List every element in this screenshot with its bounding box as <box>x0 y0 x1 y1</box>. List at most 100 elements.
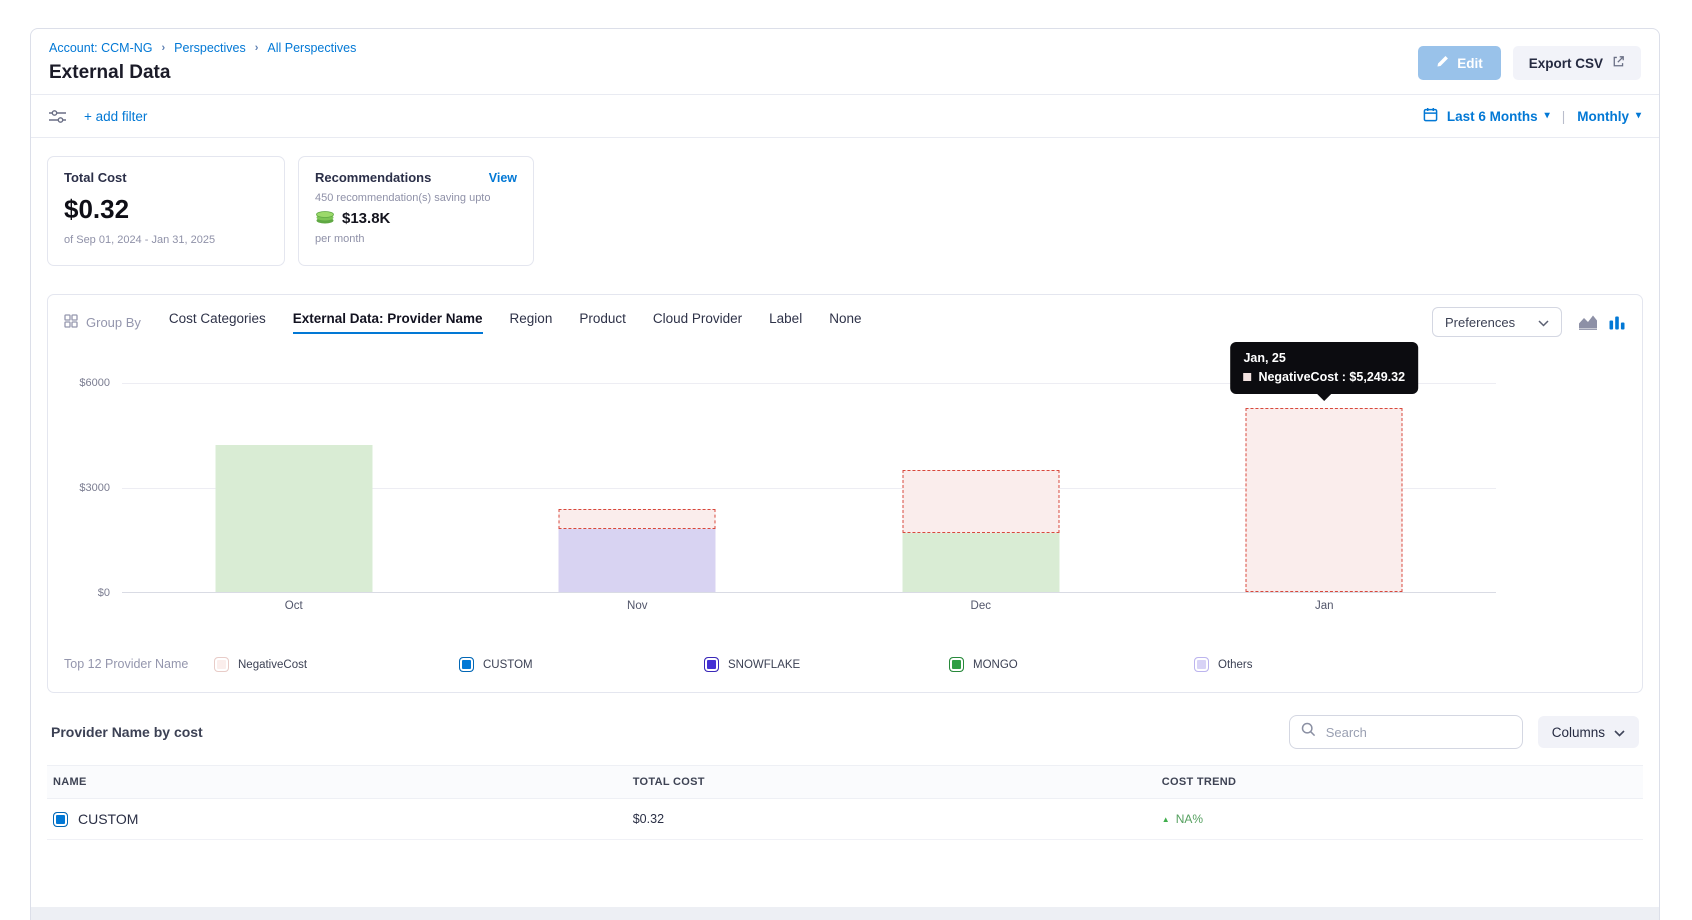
row-total-cost: $0.32 <box>633 812 1162 826</box>
external-link-icon <box>1612 55 1625 71</box>
add-filter-button[interactable]: + add filter <box>84 109 147 124</box>
x-axis-tick: Dec <box>809 600 1153 612</box>
bar-segment-negativecost[interactable] <box>1246 408 1403 592</box>
filter-bar: + add filter Last 6 Months ▾ | Monthly ▾ <box>31 94 1659 138</box>
trend-up-icon: ▲ <box>1162 815 1170 824</box>
area-chart-icon[interactable] <box>1578 314 1598 330</box>
row-cost-trend: NA% <box>1176 812 1203 826</box>
group-by-tab[interactable]: None <box>829 311 861 334</box>
chart-controls: Preferences <box>1432 307 1626 337</box>
total-cost-title: Total Cost <box>64 170 268 185</box>
table-body: CUSTOM $0.32▲ NA% <box>47 799 1643 840</box>
chart-column-nov: Nov <box>466 383 810 592</box>
bar-segment-mongo[interactable] <box>215 445 372 592</box>
bar-stack <box>902 470 1059 592</box>
legend-label: MONGO <box>973 659 1018 671</box>
summary-cards: Total Cost $0.32 of Sep 01, 2024 - Jan 3… <box>47 156 1643 266</box>
search-input[interactable] <box>1324 724 1511 741</box>
breadcrumb-link[interactable]: Account: CCM-NG <box>49 41 153 55</box>
content-area: Total Cost $0.32 of Sep 01, 2024 - Jan 3… <box>31 138 1659 840</box>
legend-item-snowflake[interactable]: SNOWFLAKE <box>704 657 949 672</box>
breadcrumb-link[interactable]: All Perspectives <box>267 41 356 55</box>
total-cost-value: $0.32 <box>64 194 268 225</box>
breadcrumb-separator: › <box>162 42 166 54</box>
table-row[interactable]: CUSTOM $0.32▲ NA% <box>47 799 1643 840</box>
col-header-total-cost: TOTAL COST <box>633 776 1162 788</box>
total-cost-card: Total Cost $0.32 of Sep 01, 2024 - Jan 3… <box>47 156 285 266</box>
x-axis-tick: Nov <box>466 600 810 612</box>
header-actions: Edit Export CSV <box>1418 46 1641 80</box>
legend-label: SNOWFLAKE <box>728 659 800 671</box>
total-cost-period: of Sep 01, 2024 - Jan 31, 2025 <box>64 234 268 246</box>
tooltip-series-swatch <box>1243 373 1251 381</box>
legend-label: Others <box>1218 659 1253 671</box>
bar-segment-negativecost[interactable] <box>902 470 1059 533</box>
chevron-down-icon: ▾ <box>1545 111 1550 121</box>
calendar-icon <box>1423 107 1438 125</box>
time-range-dropdown[interactable]: Last 6 Months ▾ <box>1447 109 1550 124</box>
row-name: CUSTOM <box>78 811 138 827</box>
bar-stack <box>1246 408 1403 592</box>
legend-item-custom[interactable]: CUSTOM <box>459 657 704 672</box>
export-csv-button[interactable]: Export CSV <box>1513 46 1641 80</box>
legend-item-negativecost[interactable]: NegativeCost <box>214 657 459 672</box>
divider: | <box>1562 109 1566 124</box>
page-title: External Data <box>49 62 1641 84</box>
y-axis-tick: $6000 <box>79 377 110 389</box>
edit-button[interactable]: Edit <box>1418 46 1501 80</box>
preferences-dropdown[interactable]: Preferences <box>1432 307 1562 337</box>
table-header-row: NAME TOTAL COST COST TREND <box>47 765 1643 799</box>
group-by-tab[interactable]: External Data: Provider Name <box>293 311 483 334</box>
provider-cost-table: NAME TOTAL COST COST TREND CUSTOM $0.32▲ N… <box>47 765 1643 840</box>
granularity-dropdown[interactable]: Monthly ▾ <box>1577 109 1641 124</box>
chart-plot-area: $6000 $3000 $0 OctNovDecJanJan, 25Negati… <box>122 383 1496 593</box>
breadcrumb-link[interactable]: Perspectives <box>174 41 246 55</box>
legend-label: NegativeCost <box>238 659 307 671</box>
bar-segment-negativecost[interactable] <box>559 509 716 529</box>
bar-segment-mongo[interactable] <box>902 533 1059 593</box>
chart-tooltip: Jan, 25 NegativeCost : $5,249.32 <box>1230 342 1418 394</box>
legend-swatch-icon <box>459 657 474 672</box>
filter-sliders-icon[interactable] <box>49 109 66 124</box>
money-stack-icon <box>315 209 335 228</box>
bar-segment-others[interactable] <box>559 529 716 592</box>
table-search <box>1289 715 1523 749</box>
bar-stack <box>215 445 372 592</box>
legend-item-others[interactable]: Others <box>1194 657 1439 672</box>
table-title: Provider Name by cost <box>51 724 203 740</box>
preferences-label: Preferences <box>1445 315 1515 330</box>
chart-columns: OctNovDecJanJan, 25NegativeCost : $5,249… <box>122 383 1496 592</box>
chevron-down-icon <box>1538 315 1549 330</box>
col-header-name: NAME <box>53 776 633 788</box>
bar-chart-icon[interactable] <box>1609 314 1626 330</box>
group-by-tab[interactable]: Region <box>510 311 553 334</box>
group-by-label-wrap: Group By <box>64 314 141 331</box>
breadcrumb-separator: › <box>255 42 259 54</box>
time-range-label: Last 6 Months <box>1447 109 1538 124</box>
group-by-tab[interactable]: Label <box>769 311 802 334</box>
legend-item-mongo[interactable]: MONGO <box>949 657 1194 672</box>
group-by-row: Group By Cost Categories External Data: P… <box>64 307 1626 337</box>
bar-stack <box>559 509 716 592</box>
view-recommendations-link[interactable]: View <box>489 171 517 185</box>
savings-value: $13.8K <box>342 210 390 227</box>
legend-items: NegativeCost CUSTOM SNOWFLAKE MONGO Others <box>214 657 1439 672</box>
page-header: Account: CCM-NG › Perspectives › All Perspec… <box>31 29 1659 94</box>
chart-column-jan: JanJan, 25NegativeCost : $5,249.32 <box>1153 383 1497 592</box>
tooltip-title: Jan, 25 <box>1243 351 1405 365</box>
tooltip-text: NegativeCost : $5,249.32 <box>1258 370 1405 384</box>
grid-icon <box>64 314 78 331</box>
savings-suffix: per month <box>315 233 517 245</box>
cost-table-section: Provider Name by cost Columns NAME <box>47 715 1643 840</box>
legend-swatch-icon <box>1194 657 1209 672</box>
group-by-tab[interactable]: Cloud Provider <box>653 311 742 334</box>
x-axis-tick: Jan <box>1153 600 1497 612</box>
columns-dropdown-button[interactable]: Columns <box>1538 716 1639 748</box>
time-controls: Last 6 Months ▾ | Monthly ▾ <box>1423 107 1641 125</box>
group-by-tab[interactable]: Product <box>579 311 626 334</box>
y-axis-tick: $0 <box>98 587 110 599</box>
granularity-label: Monthly <box>1577 109 1629 124</box>
x-axis-tick: Oct <box>122 600 466 612</box>
group-by-tab[interactable]: Cost Categories <box>169 311 266 334</box>
search-icon <box>1301 722 1316 742</box>
